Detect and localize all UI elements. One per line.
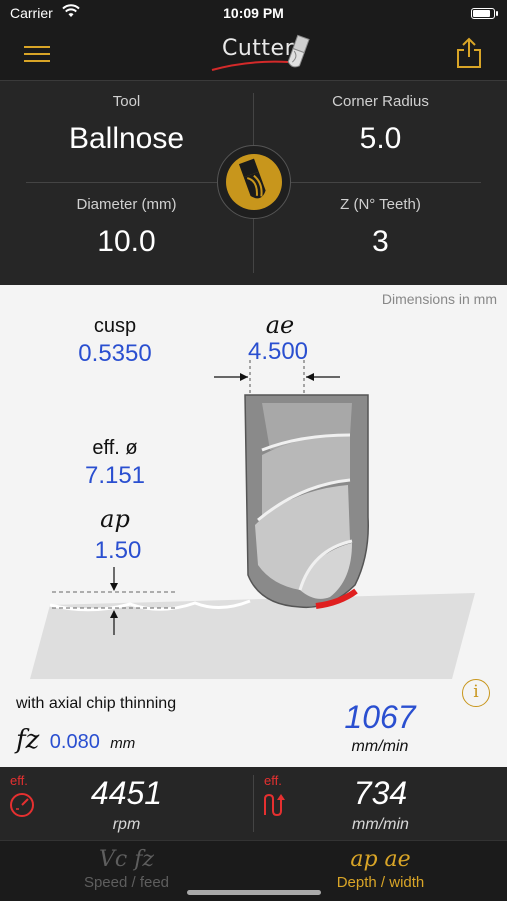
ballnose-tool-icon: [226, 154, 282, 210]
cut-diagram: Dimensions in mm cusp 0.5350 ae 4.500 ef…: [0, 285, 507, 767]
menu-icon[interactable]: [24, 44, 50, 64]
tab-label: Depth / width: [336, 874, 425, 891]
corner-radius-value: 5.0: [359, 122, 402, 155]
fz-symbol: fz: [16, 725, 40, 755]
tool-type-cell[interactable]: Tool Ballnose: [0, 93, 253, 156]
home-indicator: [187, 890, 321, 895]
share-icon[interactable]: [455, 36, 483, 70]
eff-diameter-value: 7.151: [84, 462, 146, 489]
tool-label: Tool: [112, 93, 141, 110]
feed-readout: 1067 mm/min: [320, 699, 440, 756]
diameter-label: Diameter (mm): [76, 196, 177, 213]
tab-symbol: ap ae: [350, 847, 411, 872]
diameter-cell[interactable]: Diameter (mm) 10.0: [0, 196, 253, 259]
nav-bar: Cutter: [0, 28, 507, 80]
teeth-label: Z (N° Teeth): [340, 196, 421, 213]
fz-unit: mm: [110, 735, 136, 752]
effective-speed-cell: eff. 4451 rpm: [0, 767, 253, 840]
ap-value[interactable]: 1.50: [58, 537, 178, 565]
tool-selector-button[interactable]: [217, 145, 291, 219]
battery-icon: [471, 8, 498, 19]
workpiece-surface: [30, 593, 475, 679]
ap-label: ap: [100, 505, 130, 533]
ballnose-tool-drawing: [244, 394, 369, 609]
cusp-value: 0.5350: [78, 340, 152, 367]
tab-label: Speed / feed: [83, 874, 170, 891]
corner-radius-label: Corner Radius: [332, 93, 429, 110]
app-logo: Cutter: [208, 30, 328, 76]
effective-feed-cell: eff. 734 mm/min: [254, 767, 507, 840]
feed-value: 1067: [344, 699, 416, 735]
tab-symbol: Vc fz: [99, 847, 154, 872]
cutter-logo-icon: [211, 34, 310, 71]
corner-radius-cell[interactable]: Corner Radius 5.0: [254, 93, 507, 156]
fz-row[interactable]: fz 0.080 mm: [16, 725, 135, 755]
results-panel: eff. 4451 rpm eff. 734 mm/min: [0, 767, 507, 840]
teeth-cell[interactable]: Z (N° Teeth) 3: [254, 196, 507, 259]
speed-value: 4451: [90, 775, 163, 811]
clock: 10:09 PM: [223, 5, 284, 21]
diameter-value: 10.0: [97, 225, 156, 258]
teeth-value: 3: [372, 225, 389, 258]
chip-thinning-note: with axial chip thinning: [16, 695, 177, 712]
info-icon[interactable]: i: [462, 679, 490, 707]
feed-result-unit: mm/min: [352, 816, 409, 833]
eff-diameter-label: eff. ø: [92, 437, 138, 459]
feed-result-value: 734: [353, 775, 408, 811]
tab-bar: Vc fz Speed / feed ap ae Depth / width: [0, 840, 507, 901]
cusp-label: cusp: [93, 315, 137, 337]
ae-label: ae: [265, 311, 295, 339]
speed-unit: rpm: [112, 816, 141, 833]
fz-value[interactable]: 0.080: [50, 731, 100, 753]
ae-value[interactable]: 4.500: [218, 338, 338, 366]
status-bar: Carrier 10:09 PM: [0, 0, 507, 28]
tool-value: Ballnose: [68, 122, 185, 155]
feed-unit: mm/min: [351, 738, 409, 755]
